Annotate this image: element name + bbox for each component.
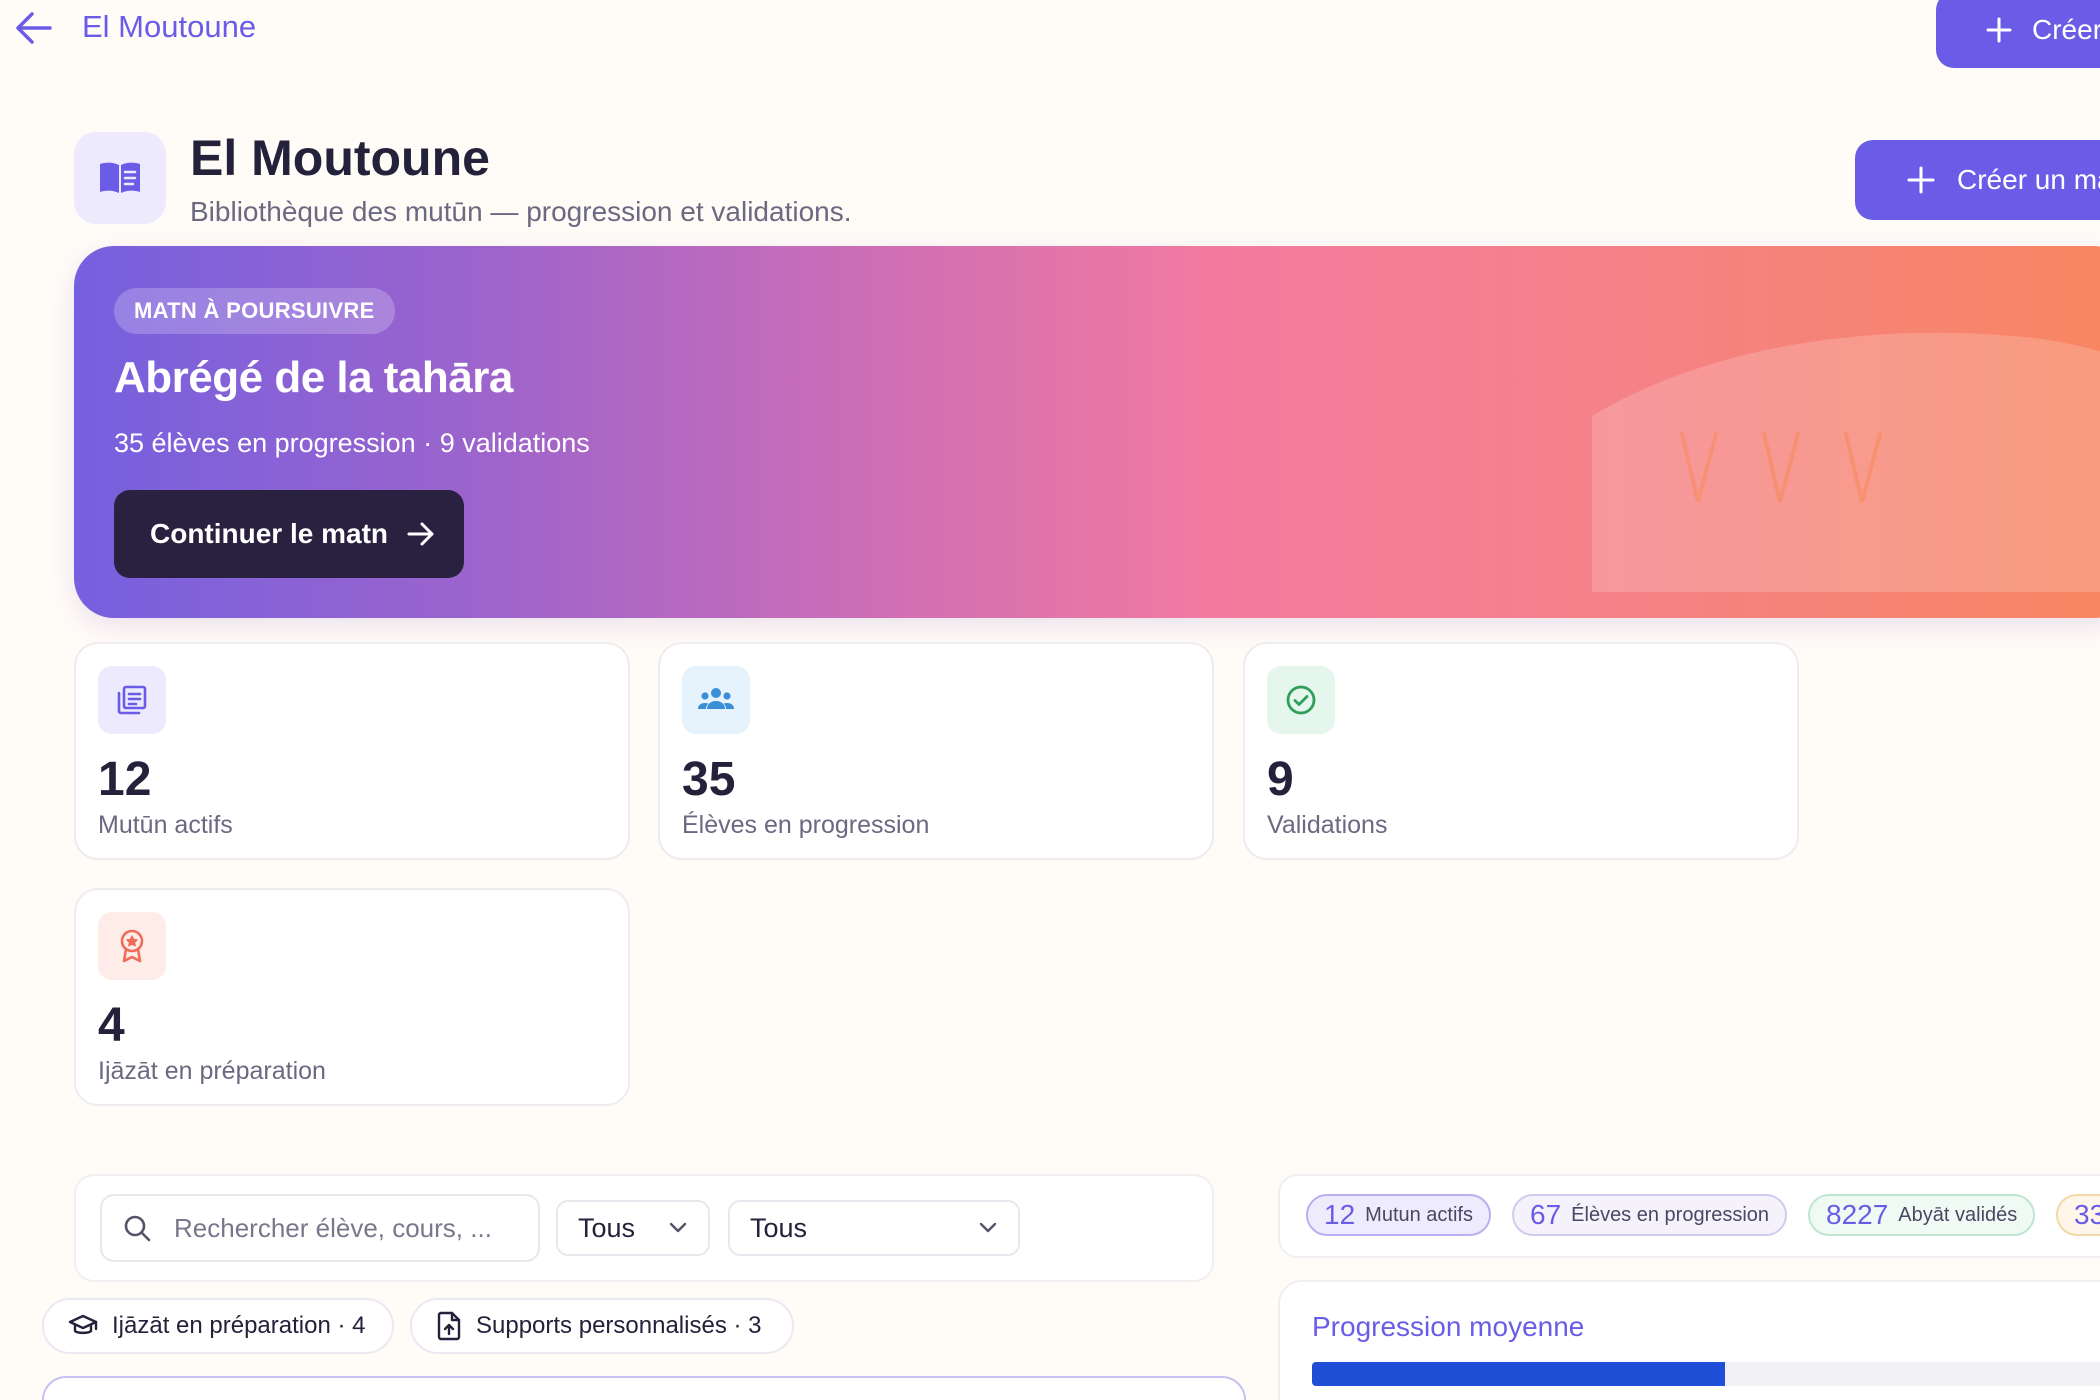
stat-value: 35	[682, 753, 736, 806]
chevron-down-icon	[979, 1222, 997, 1233]
filter-select-1[interactable]: Tous	[556, 1200, 710, 1256]
summary-pill-abyat: 8227 Abyāt validés	[1808, 1194, 2036, 1236]
create-matn-button[interactable]: Créer un ma	[1855, 140, 2100, 220]
stat-card-ijazat: 4 Ijāzāt en préparation	[74, 888, 630, 1106]
arrow-right-icon	[407, 522, 434, 546]
file-upload-icon	[437, 1311, 461, 1341]
progress-card: Progression moyenne	[1278, 1280, 2100, 1400]
users-icon	[682, 666, 750, 734]
stat-value: 9	[1267, 753, 1294, 806]
plus-icon	[1907, 166, 1935, 194]
search-icon	[124, 1215, 151, 1242]
filter-bar: Tous Tous	[74, 1174, 1214, 1282]
hero-meta: 35 élèves en progression · 9 validations	[114, 428, 590, 458]
summary-value: 12	[1324, 1199, 1356, 1230]
chevron-down-icon	[669, 1222, 687, 1233]
chip-label: Ijāzāt en préparation · 4	[112, 1312, 366, 1339]
summary-label: Abyāt validés	[1898, 1203, 2018, 1226]
summary-strip: 12 Mutun actifs 67 Élèves en progression…	[1278, 1174, 2100, 1258]
hero-banner: MATN À POURSUIVRE Abrégé de la tahāra 35…	[74, 246, 2100, 618]
page-subtitle: Bibliothèque des mutūn — progression et …	[190, 196, 852, 227]
book-open-icon	[74, 132, 166, 224]
chip-ijazat[interactable]: Ijāzāt en préparation · 4	[42, 1298, 394, 1354]
stat-card-validations: 9 Validations	[1243, 642, 1799, 860]
topbar-title[interactable]: El Moutoune	[82, 9, 256, 45]
award-icon	[98, 912, 166, 980]
filter-select-1-value: Tous	[578, 1212, 636, 1243]
summary-value: 33	[2074, 1199, 2100, 1230]
progress-title: Progression moyenne	[1312, 1311, 1585, 1342]
stat-value: 12	[98, 753, 152, 806]
summary-value: 67	[1530, 1199, 1562, 1230]
plus-icon	[1986, 17, 2012, 43]
hero-decoration-illustration	[1592, 332, 2100, 592]
search-field[interactable]	[100, 1194, 540, 1262]
matn-list-card	[42, 1376, 1246, 1400]
stat-card-mutun: 12 Mutūn actifs	[74, 642, 630, 860]
topbar-create-button[interactable]: Créer	[1936, 0, 2100, 68]
stat-label: Élèves en progression	[682, 811, 930, 839]
summary-label: Élèves en progression	[1571, 1203, 1770, 1226]
topbar-create-label: Créer	[2032, 14, 2100, 45]
summary-pill-eleves: 67 Élèves en progression	[1512, 1194, 1788, 1236]
summary-label: Mutun actifs	[1365, 1203, 1473, 1226]
check-circle-icon	[1267, 666, 1335, 734]
continue-matn-button[interactable]: Continuer le matn	[114, 490, 464, 578]
page-title: El Moutoune	[190, 130, 490, 186]
chip-label: Supports personnalisés · 3	[476, 1312, 762, 1339]
hero-title: Abrégé de la tahāra	[114, 353, 513, 402]
stat-card-eleves: 35 Élèves en progression	[658, 642, 1214, 860]
search-input[interactable]	[174, 1212, 514, 1244]
back-arrow-icon[interactable]	[14, 10, 54, 46]
create-matn-label: Créer un ma	[1957, 164, 2100, 195]
filter-select-2[interactable]: Tous	[728, 1200, 1020, 1256]
stat-label: Validations	[1267, 811, 1388, 839]
graduation-cap-icon	[68, 1314, 98, 1335]
chip-supports[interactable]: Supports personnalisés · 3	[410, 1298, 794, 1354]
stat-label: Mutūn actifs	[98, 811, 233, 839]
book-stack-icon	[98, 666, 166, 734]
stat-label: Ijāzāt en préparation	[98, 1057, 326, 1085]
progress-fill	[1312, 1362, 1725, 1386]
summary-value: 8227	[1826, 1199, 1889, 1230]
hero-badge: MATN À POURSUIVRE	[114, 288, 395, 334]
progress-track	[1312, 1362, 2100, 1386]
filter-select-2-value: Tous	[750, 1212, 808, 1243]
summary-pill-extra: 33	[2056, 1194, 2100, 1236]
continue-matn-label: Continuer le matn	[150, 518, 389, 549]
summary-pill-mutun: 12 Mutun actifs	[1306, 1194, 1491, 1236]
stat-value: 4	[98, 999, 125, 1052]
